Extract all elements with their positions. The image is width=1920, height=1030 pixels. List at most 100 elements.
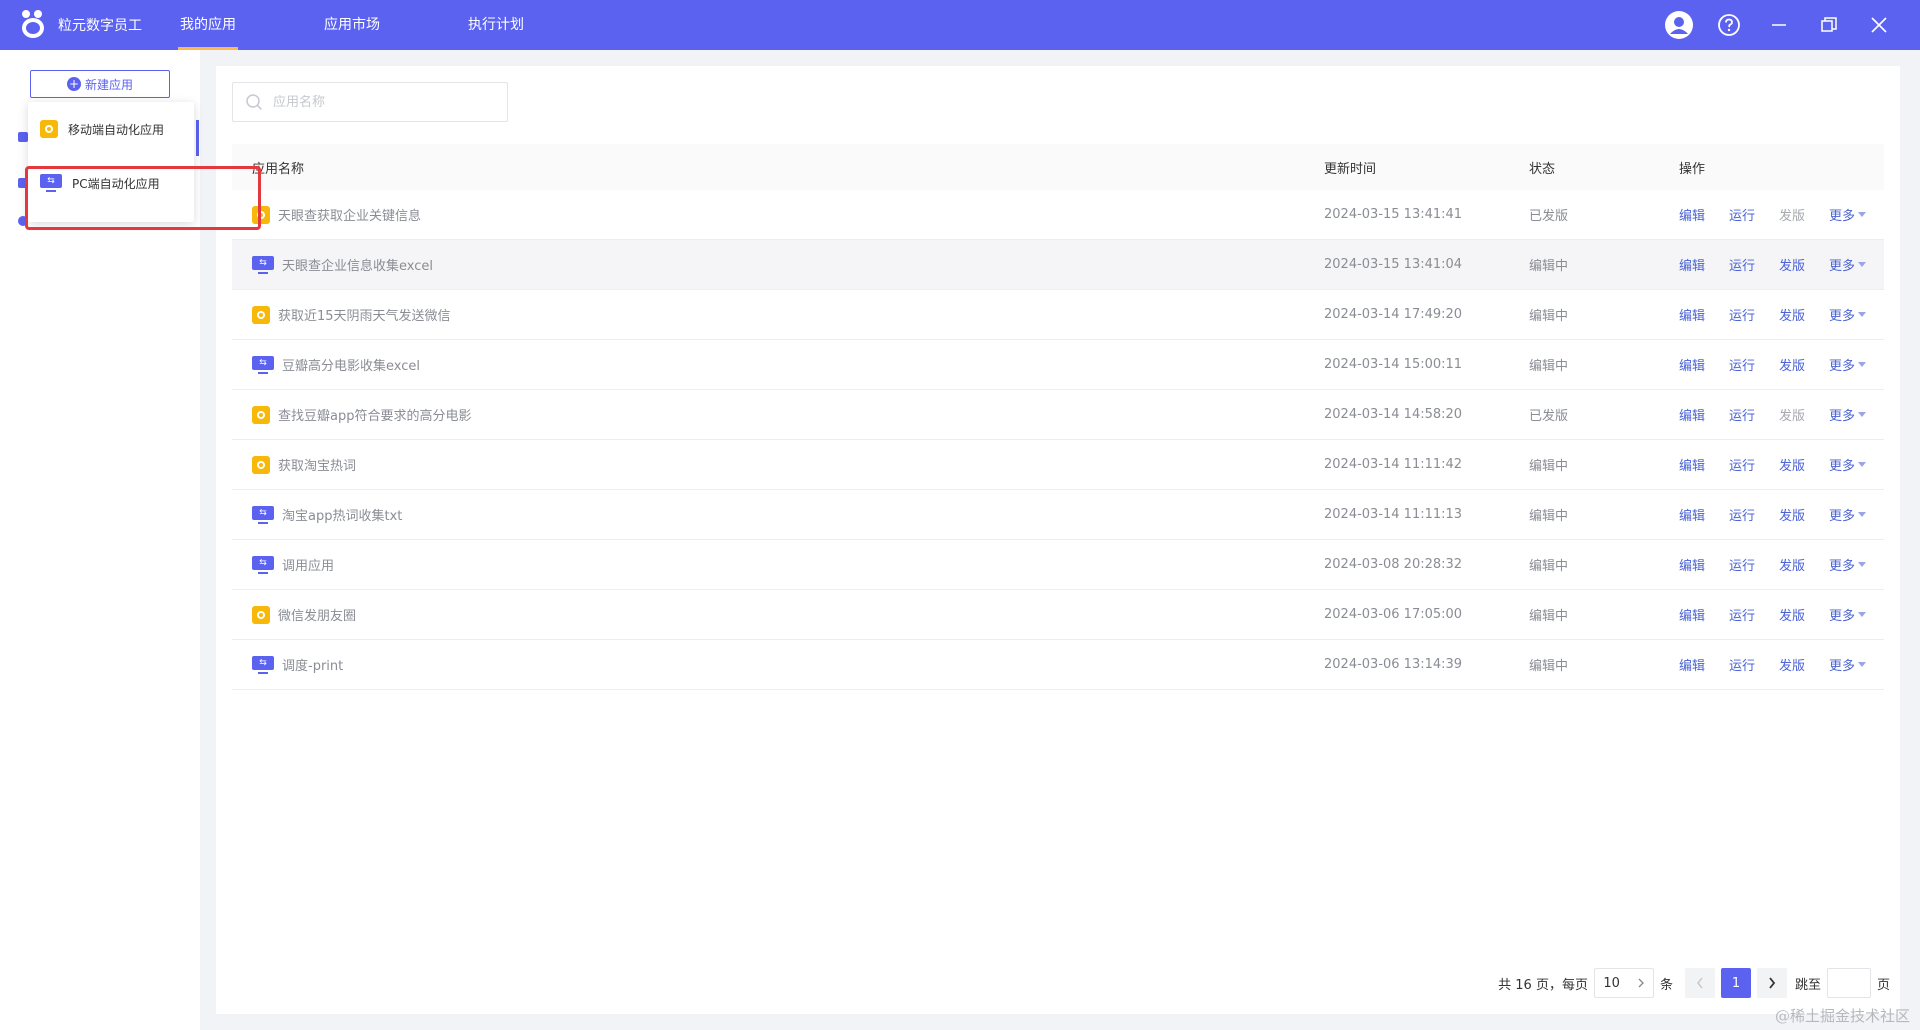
dropdown-item-mobile-app[interactable]: 移动端自动化应用 bbox=[28, 102, 194, 156]
nav-app-market[interactable]: 应用市场 bbox=[322, 0, 382, 50]
table-row[interactable]: ⇆ 淘宝app热词收集txt 2024-03-14 11:11:13 编辑中 编辑 运行 发… bbox=[232, 490, 1884, 540]
col-header-name: 应用名称 bbox=[252, 161, 305, 177]
page-size-select[interactable]: 10 bbox=[1593, 968, 1654, 998]
run-button[interactable]: 运行 bbox=[1729, 355, 1755, 374]
more-button[interactable]: 更多 bbox=[1829, 505, 1867, 524]
table-row[interactable]: 获取近15天阴雨天气发送微信 2024-03-14 17:49:20 编辑中 编辑 运行… bbox=[232, 290, 1884, 340]
edit-button[interactable]: 编辑 bbox=[1679, 205, 1705, 224]
table-row[interactable]: 获取淘宝热词 2024-03-14 11:11:42 编辑中 编辑 运行 发版 更多 bbox=[232, 440, 1884, 490]
publish-button[interactable]: 发版 bbox=[1779, 655, 1805, 674]
more-button[interactable]: 更多 bbox=[1829, 355, 1867, 374]
table-row[interactable]: 查找豆瓣app符合要求的高分电影 2024-03-14 14:58:20 已发版 编辑… bbox=[232, 390, 1884, 440]
edit-button[interactable]: 编辑 bbox=[1679, 355, 1705, 374]
next-page-button[interactable] bbox=[1756, 968, 1787, 998]
mobile-app-icon bbox=[252, 205, 270, 224]
edit-button[interactable]: 编辑 bbox=[1679, 655, 1705, 674]
top-bar: 粒元数字员工 我的应用 应用市场 执行计划 bbox=[0, 0, 1920, 50]
close-icon[interactable] bbox=[1864, 10, 1894, 40]
more-button[interactable]: 更多 bbox=[1829, 305, 1867, 324]
pagination: 共 16 页，每页 10 条 1 跳至 页 bbox=[1498, 968, 1890, 998]
more-button[interactable]: 更多 bbox=[1829, 555, 1867, 574]
run-button[interactable]: 运行 bbox=[1729, 655, 1755, 674]
run-button[interactable]: 运行 bbox=[1729, 605, 1755, 624]
search-icon bbox=[246, 94, 263, 111]
run-button[interactable]: 运行 bbox=[1729, 255, 1755, 274]
app-name: 淘宝app热词收集txt bbox=[282, 509, 403, 524]
edit-button[interactable]: 编辑 bbox=[1679, 305, 1705, 324]
publish-button[interactable]: 发版 bbox=[1779, 205, 1805, 224]
edit-button[interactable]: 编辑 bbox=[1679, 455, 1705, 474]
more-button[interactable]: 更多 bbox=[1829, 605, 1867, 624]
new-app-button[interactable]: + 新建应用 bbox=[30, 70, 170, 98]
plus-icon: + bbox=[66, 77, 81, 91]
cell-name: 获取近15天阴雨天气发送微信 bbox=[232, 305, 1324, 324]
cell-ops: 编辑 运行 发版 更多 bbox=[1679, 505, 1884, 524]
table-row[interactable]: ⇆ 调用应用 2024-03-08 20:28:32 编辑中 编辑 运行 发版 更多 bbox=[232, 540, 1884, 590]
page-button-current[interactable]: 1 bbox=[1720, 968, 1751, 998]
col-header-ops: 操作 bbox=[1679, 161, 1706, 177]
run-button[interactable]: 运行 bbox=[1729, 505, 1755, 524]
nav-my-apps[interactable]: 我的应用 bbox=[178, 0, 238, 50]
publish-button[interactable]: 发版 bbox=[1779, 505, 1805, 524]
nav-execution-plan[interactable]: 执行计划 bbox=[466, 0, 526, 50]
app-table: 应用名称 更新时间 状态 操作 天眼查获取企业关键信息 2024-03-15 13… bbox=[232, 144, 1884, 690]
publish-button[interactable]: 发版 bbox=[1779, 555, 1805, 574]
dropdown-item-pc-app[interactable]: ⇆ PC端自动化应用 bbox=[28, 156, 194, 210]
new-app-label: 新建应用 bbox=[84, 77, 133, 92]
sidebar-item-icon[interactable] bbox=[18, 178, 28, 188]
chevron-left-icon bbox=[1696, 977, 1703, 989]
more-button[interactable]: 更多 bbox=[1829, 405, 1867, 424]
sidebar-item-icon[interactable] bbox=[18, 216, 28, 226]
table-row[interactable]: ⇆ 天眼查企业信息收集excel 2024-03-15 13:41:04 编辑中 编辑 运… bbox=[232, 240, 1884, 290]
cell-ops: 编辑 运行 发版 更多 bbox=[1679, 355, 1884, 374]
help-icon[interactable] bbox=[1714, 10, 1744, 40]
more-button[interactable]: 更多 bbox=[1829, 255, 1867, 274]
cell-name: ⇆ 调度-print bbox=[232, 655, 1324, 674]
table-row[interactable]: 天眼查获取企业关键信息 2024-03-15 13:41:41 已发版 编辑 运行 发版 更… bbox=[232, 190, 1884, 240]
caret-down-icon bbox=[1858, 562, 1867, 567]
more-label: 更多 bbox=[1829, 609, 1856, 624]
pc-app-icon: ⇆ bbox=[252, 255, 274, 274]
cell-time: 2024-03-14 14:58:20 bbox=[1324, 407, 1463, 422]
search-input[interactable] bbox=[273, 94, 493, 110]
cell-name: ⇆ 淘宝app热词收集txt bbox=[232, 505, 1324, 524]
publish-button[interactable]: 发版 bbox=[1779, 305, 1805, 324]
minimize-icon[interactable] bbox=[1764, 10, 1794, 40]
restore-icon[interactable] bbox=[1814, 10, 1844, 40]
user-avatar-icon[interactable] bbox=[1664, 10, 1694, 40]
publish-button[interactable]: 发版 bbox=[1779, 455, 1805, 474]
app-name: 调用应用 bbox=[282, 559, 335, 574]
app-name: 调度-print bbox=[282, 659, 344, 674]
table-row[interactable]: 微信发朋友圈 2024-03-06 17:05:00 编辑中 编辑 运行 发版 更多 bbox=[232, 590, 1884, 640]
publish-button[interactable]: 发版 bbox=[1779, 405, 1805, 424]
edit-button[interactable]: 编辑 bbox=[1679, 505, 1705, 524]
caret-down-icon bbox=[1858, 412, 1867, 417]
edit-button[interactable]: 编辑 bbox=[1679, 605, 1705, 624]
run-button[interactable]: 运行 bbox=[1729, 555, 1755, 574]
table-row[interactable]: ⇆ 豆瓣高分电影收集excel 2024-03-14 15:00:11 编辑中 编辑 运行… bbox=[232, 340, 1884, 390]
edit-button[interactable]: 编辑 bbox=[1679, 555, 1705, 574]
run-button[interactable]: 运行 bbox=[1729, 205, 1755, 224]
publish-button[interactable]: 发版 bbox=[1779, 605, 1805, 624]
publish-button[interactable]: 发版 bbox=[1779, 255, 1805, 274]
mobile-app-icon bbox=[252, 405, 270, 424]
more-button[interactable]: 更多 bbox=[1829, 655, 1867, 674]
cell-name: 查找豆瓣app符合要求的高分电影 bbox=[232, 405, 1324, 424]
jump-page-input[interactable] bbox=[1826, 968, 1871, 998]
sidebar-item-icon[interactable] bbox=[18, 132, 28, 142]
run-button[interactable]: 运行 bbox=[1729, 405, 1755, 424]
col-header-status: 状态 bbox=[1529, 161, 1556, 177]
cell-name: ⇆ 调用应用 bbox=[232, 555, 1324, 574]
page-size-value: 10 bbox=[1603, 975, 1620, 991]
more-button[interactable]: 更多 bbox=[1829, 205, 1867, 224]
edit-button[interactable]: 编辑 bbox=[1679, 405, 1705, 424]
run-button[interactable]: 运行 bbox=[1729, 455, 1755, 474]
prev-page-button[interactable] bbox=[1684, 968, 1715, 998]
more-label: 更多 bbox=[1829, 209, 1856, 224]
edit-button[interactable]: 编辑 bbox=[1679, 255, 1705, 274]
publish-button[interactable]: 发版 bbox=[1779, 355, 1805, 374]
table-row[interactable]: ⇆ 调度-print 2024-03-06 13:14:39 编辑中 编辑 运行 发版 更多 bbox=[232, 640, 1884, 690]
run-button[interactable]: 运行 bbox=[1729, 305, 1755, 324]
cell-time: 2024-03-08 20:28:32 bbox=[1324, 557, 1463, 572]
more-button[interactable]: 更多 bbox=[1829, 455, 1867, 474]
